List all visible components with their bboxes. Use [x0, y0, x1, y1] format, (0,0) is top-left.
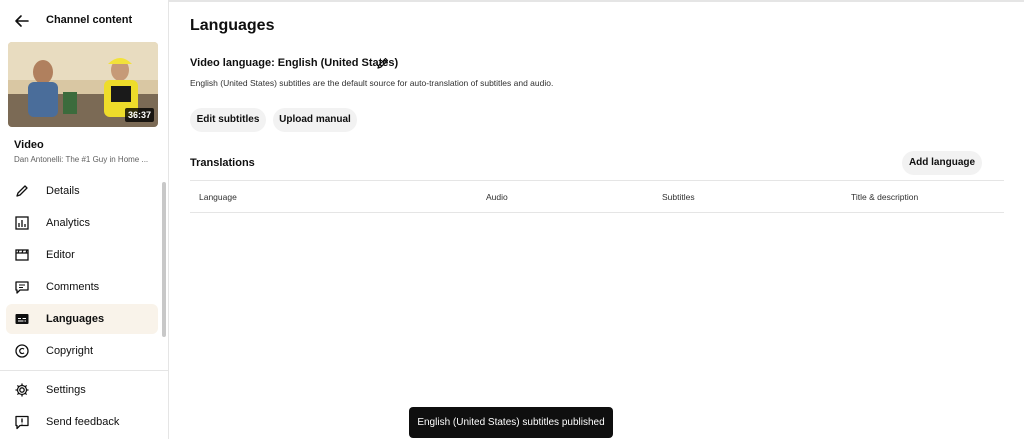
- video-language-description: English (United States) subtitles are th…: [190, 78, 554, 88]
- sidebar-item-label: Details: [46, 185, 80, 197]
- main-content: Languages Video language: English (Unite…: [170, 0, 1024, 439]
- edit-pencil-icon[interactable]: [376, 56, 390, 70]
- sidebar-item-languages[interactable]: Languages: [6, 304, 158, 334]
- video-thumbnail[interactable]: 36:37: [8, 42, 158, 127]
- sidebar-item-label: Copyright: [46, 345, 94, 357]
- arrow-back-icon[interactable]: [12, 11, 32, 31]
- sidebar-item-label: Analytics: [46, 217, 91, 229]
- add-language-button[interactable]: Add language: [902, 151, 982, 175]
- clapperboard-icon: [15, 249, 29, 261]
- sidebar-item-label: Comments: [46, 281, 100, 293]
- gear-icon: [15, 383, 29, 397]
- duration-badge: 36:37: [124, 108, 154, 122]
- video-label: Video: [14, 139, 44, 151]
- toast-notification: English (United States) subtitles publis…: [409, 407, 613, 438]
- sidebar: Channel content 36:37 Video Dan Antonell…: [0, 0, 169, 439]
- sidebar-item-comments[interactable]: Comments: [6, 272, 158, 302]
- sidebar-scrollbar[interactable]: [162, 182, 166, 337]
- subtitles-icon: [15, 314, 29, 324]
- channel-content-link[interactable]: Channel content: [46, 14, 132, 26]
- page-title: Languages: [190, 17, 275, 34]
- sidebar-item-analytics[interactable]: Analytics: [6, 208, 158, 238]
- sidebar-item-label: Editor: [46, 249, 75, 261]
- column-header-subtitles[interactable]: Subtitles: [662, 192, 695, 202]
- sidebar-item-label: Languages: [46, 313, 105, 325]
- translations-heading: Translations: [190, 157, 255, 169]
- video-title: Dan Antonelli: The #1 Guy in Home ...: [14, 155, 149, 164]
- sidebar-item-copyright[interactable]: Copyright: [6, 336, 158, 366]
- sidebar-item-send-feedback[interactable]: Send feedback: [6, 407, 158, 437]
- analytics-icon: [15, 216, 29, 230]
- sidebar-item-settings[interactable]: Settings: [6, 375, 158, 405]
- column-header-language[interactable]: Language: [199, 192, 237, 202]
- column-header-audio[interactable]: Audio: [486, 192, 508, 202]
- sidebar-item-details[interactable]: Details: [6, 176, 158, 206]
- sidebar-divider: [0, 370, 168, 371]
- upload-manual-button[interactable]: Upload manual: [273, 108, 357, 132]
- pencil-icon: [16, 185, 28, 197]
- sidebar-item-editor[interactable]: Editor: [6, 240, 158, 270]
- edit-subtitles-button[interactable]: Edit subtitles: [190, 108, 266, 132]
- feedback-icon: [15, 415, 29, 430]
- sidebar-item-label: Send feedback: [46, 416, 120, 428]
- column-header-title-description[interactable]: Title & description: [851, 192, 918, 202]
- video-language-label: Video language: English (United States): [190, 57, 399, 69]
- sidebar-header: Channel content: [0, 8, 169, 34]
- comment-icon: [15, 281, 29, 294]
- sidebar-item-label: Settings: [46, 384, 86, 396]
- copyright-icon: [15, 344, 29, 358]
- table-divider: [190, 212, 1004, 213]
- table-divider: [190, 180, 1004, 181]
